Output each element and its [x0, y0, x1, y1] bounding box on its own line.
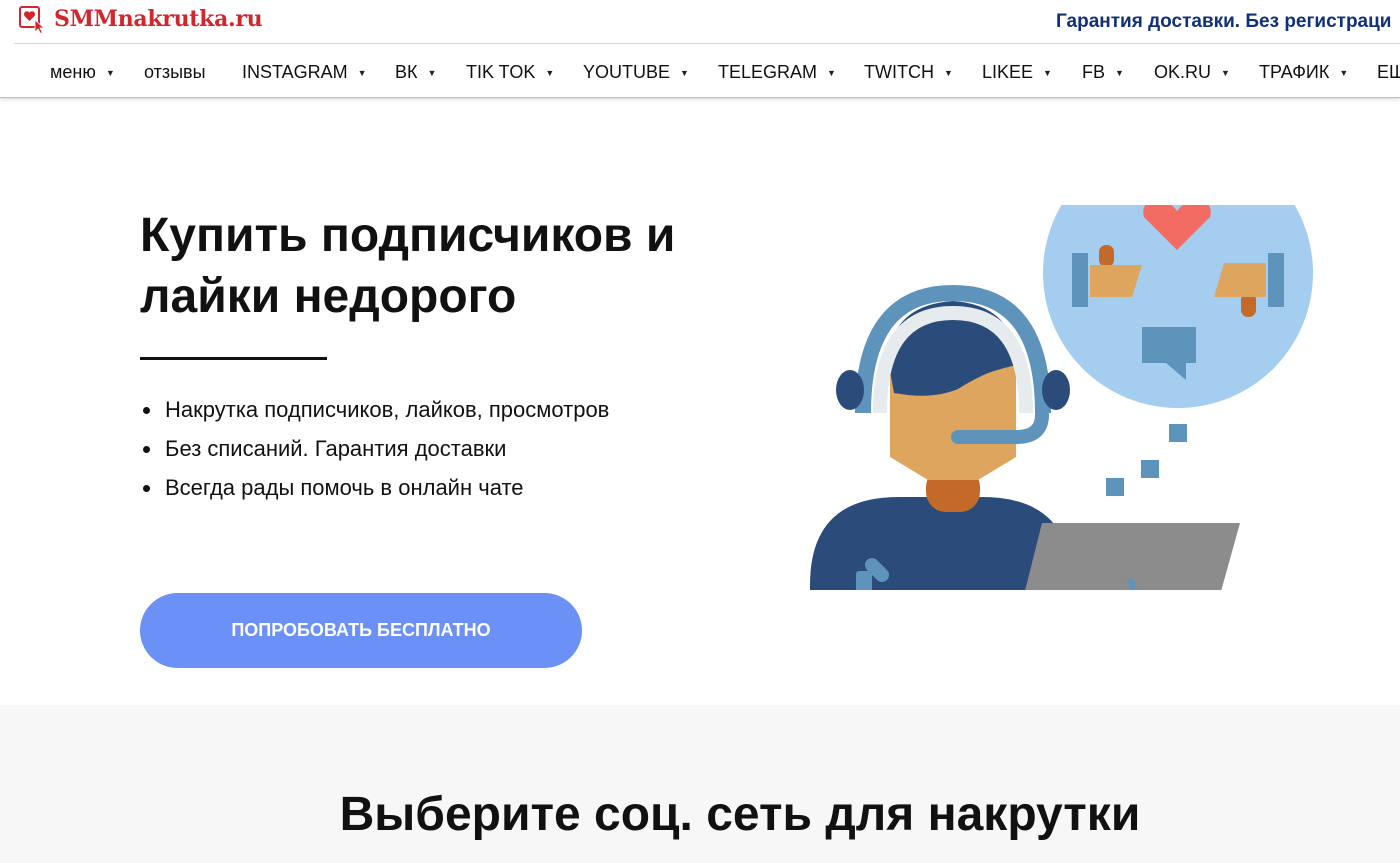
- hero-title-line-1: Купить подписчиков и: [140, 209, 676, 262]
- logo-heart-cursor-icon: [19, 6, 46, 34]
- nav-item-likee[interactable]: LIKEE ▼: [982, 62, 1052, 83]
- nav-item-label: OK.RU: [1154, 62, 1212, 82]
- nav-item-twitch[interactable]: TWITCH ▼: [864, 62, 953, 83]
- caret-down-icon: ▼: [827, 67, 836, 78]
- nav-item-menu[interactable]: меню ▼: [50, 62, 115, 83]
- caret-down-icon: ▼: [357, 67, 367, 78]
- feature-item: Всегда рады помочь в онлайн чате: [140, 471, 609, 510]
- caret-down-icon: ▼: [680, 67, 689, 78]
- caret-down-icon: ▼: [545, 67, 555, 78]
- logo-text: SMMnakrutka.ru: [54, 6, 263, 32]
- try-free-button[interactable]: ПОПРОБОВАТЬ БЕСПЛАТНО: [140, 593, 582, 668]
- nav-item-label: INSTAGRAM: [242, 62, 348, 82]
- nav-item-label: ТРАФИК: [1259, 62, 1330, 82]
- caret-down-icon: ▼: [1115, 67, 1124, 78]
- top-bar: SMMnakrutka.ru Гарантия доставки. Без ре…: [0, 0, 1400, 44]
- nav-item-fb[interactable]: FB ▼: [1082, 62, 1124, 83]
- nav-item-label: ЕЩ: [1377, 62, 1400, 82]
- caret-down-icon: ▼: [1221, 67, 1230, 78]
- nav-item-reviews[interactable]: отзывы: [144, 62, 206, 83]
- feature-list: Накрутка подписчиков, лайков, просмотров…: [140, 393, 609, 510]
- nav-item-label: YOUTUBE: [583, 62, 671, 82]
- caret-down-icon: ▼: [105, 67, 115, 78]
- caret-down-icon: ▼: [1339, 67, 1349, 78]
- nav-item-tiktok[interactable]: TIK TOK ▼: [466, 62, 554, 83]
- section-title: Выберите соц. сеть для накрутки: [339, 788, 1141, 841]
- caret-down-icon: ▼: [427, 67, 437, 78]
- nav-item-vk[interactable]: ВК ▼: [395, 62, 436, 83]
- feature-item: Без списаний. Гарантия доставки: [140, 432, 609, 471]
- guarantee-text: Гарантия доставки. Без регистраци: [1056, 11, 1392, 32]
- support-operator-illustration: [810, 205, 1313, 590]
- feature-item: Накрутка подписчиков, лайков, просмотров: [140, 393, 609, 432]
- caret-down-icon: ▼: [943, 67, 953, 78]
- dot-icon: [1106, 478, 1124, 496]
- nav-item-instagram[interactable]: INSTAGRAM ▼: [242, 62, 367, 83]
- main-nav: меню ▼ отзывы INSTAGRAM ▼ ВК ▼ TIK TOK ▼ YOU…: [0, 44, 1400, 98]
- choose-network-section: Выберите соц. сеть для накрутки: [0, 705, 1400, 863]
- nav-item-label: FB: [1082, 62, 1106, 82]
- nav-item-more[interactable]: ЕЩ: [1377, 62, 1400, 83]
- nav-item-youtube[interactable]: YOUTUBE ▼: [583, 62, 689, 83]
- nav-item-telegram[interactable]: TELEGRAM ▼: [718, 62, 836, 83]
- nav-item-label: TIK TOK: [466, 62, 536, 82]
- hero-title-line-2: лайки недорого: [140, 270, 517, 323]
- nav-item-ok[interactable]: OK.RU ▼: [1154, 62, 1230, 83]
- nav-item-traffic[interactable]: ТРАФИК ▼: [1259, 62, 1348, 83]
- hero-title: Купить подписчиков и лайки недорого: [140, 205, 780, 327]
- nav-item-label: LIKEE: [982, 62, 1034, 82]
- nav-item-label: отзывы: [144, 62, 206, 82]
- caret-down-icon: ▼: [1043, 67, 1052, 78]
- dot-icon: [1141, 460, 1159, 478]
- nav-item-label: ВК: [395, 62, 418, 82]
- site-logo[interactable]: SMMnakrutka.ru: [18, 4, 263, 34]
- dot-icon: [1169, 424, 1187, 442]
- hero-divider: [140, 357, 327, 360]
- nav-item-label: TWITCH: [864, 62, 934, 82]
- nav-item-label: меню: [50, 62, 96, 82]
- nav-item-label: TELEGRAM: [718, 62, 818, 82]
